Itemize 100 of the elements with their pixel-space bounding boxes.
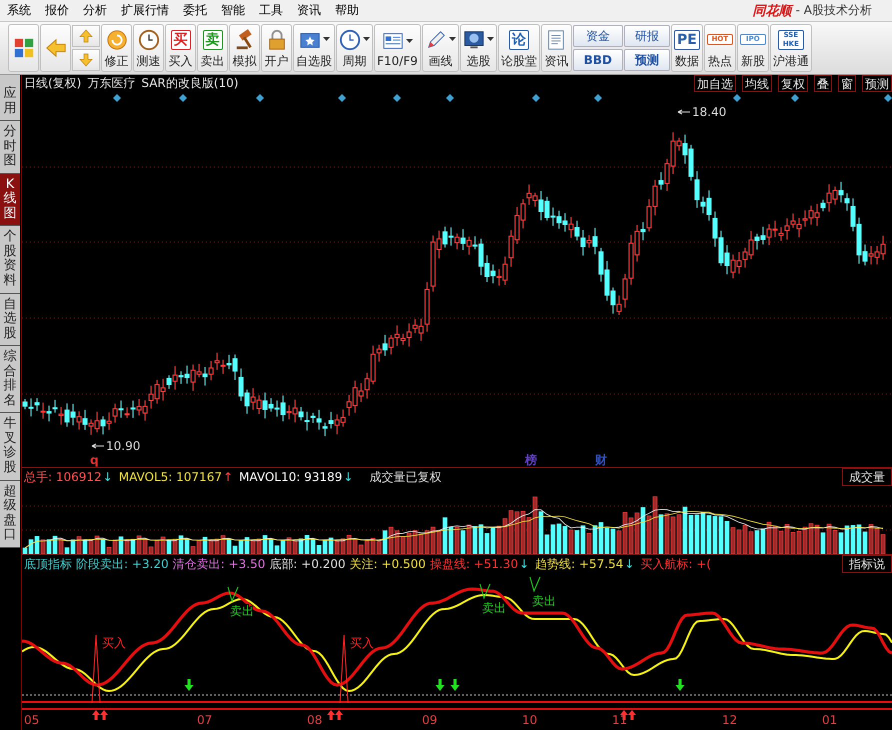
- sell-signal-label: 卖出: [532, 594, 556, 608]
- diamond-marker: [446, 94, 454, 102]
- chart-period: 日线(复权): [24, 75, 82, 92]
- refresh-icon: [106, 28, 128, 50]
- side-tab[interactable]: 个股资料: [0, 226, 20, 294]
- indicator-value: MAVOL10: 93189: [239, 470, 342, 484]
- axis-label: 12: [722, 713, 738, 728]
- down-arrow-icon: [436, 679, 444, 692]
- volume-button[interactable]: 成交量: [842, 468, 892, 486]
- side-tab[interactable]: 牛叉诊股: [0, 413, 20, 481]
- indicator-value: 操盘线: +51.30: [430, 556, 518, 573]
- side-tab[interactable]: 分时图: [0, 121, 20, 174]
- diamond-marker: [884, 94, 892, 102]
- glyph-icon: 论: [508, 30, 529, 50]
- volume-note: 成交量已复权: [369, 468, 442, 486]
- toolbar-button[interactable]: 研报: [624, 25, 670, 47]
- toolbar-icon-button[interactable]: [8, 24, 39, 72]
- side-tab[interactable]: 应用: [0, 75, 20, 122]
- scroll-up-button[interactable]: [72, 25, 100, 47]
- toolbar-icon-button[interactable]: [40, 24, 71, 72]
- menu-item[interactable]: 智能: [214, 2, 252, 19]
- chart-header-button[interactable]: 叠: [814, 75, 832, 92]
- glyph-icon: 卖: [202, 30, 222, 50]
- low-price-label: 10.90: [92, 439, 140, 453]
- menu-item[interactable]: 委托: [176, 2, 214, 19]
- scroll-down-button[interactable]: [72, 49, 100, 71]
- indicator-value: 关注: +0.500: [350, 556, 426, 573]
- back-arrow-icon: [44, 37, 66, 59]
- event-marker: 财: [595, 453, 607, 467]
- toolbar-button[interactable]: 自选股: [293, 24, 335, 72]
- sell-signal-line: [228, 586, 238, 603]
- indicator-value: 买入航标: +(: [640, 556, 712, 573]
- trend-arrow: ↓: [343, 470, 354, 484]
- menu-item[interactable]: 分析: [76, 2, 114, 19]
- chart-header-button[interactable]: 均线: [742, 75, 772, 92]
- event-marker: q: [90, 453, 99, 467]
- indicator-value: 底部: +0.200: [269, 556, 346, 573]
- buy-signal-label: 买入: [102, 636, 126, 650]
- indicator-value: 清仓卖出: +3.50: [172, 556, 266, 573]
- trend-arrow: ↓: [102, 470, 113, 484]
- indicator-help-button[interactable]: 指标说: [842, 555, 892, 574]
- indicator-value: 阶段卖出: +3.20: [76, 556, 169, 573]
- sell-signal-line: [480, 584, 490, 600]
- down-arrow-icon: [676, 679, 684, 692]
- down-arrow-icon: [184, 679, 194, 692]
- diamond-marker: [733, 94, 741, 102]
- clock-icon: [339, 28, 361, 50]
- toolbar-button[interactable]: 周期: [336, 24, 373, 72]
- windows-squares-icon: [12, 37, 34, 59]
- chart-header-button[interactable]: 预测: [862, 75, 892, 92]
- axis-label: 09: [422, 713, 438, 728]
- diamond-marker: [791, 94, 799, 102]
- menu-item[interactable]: 系统: [0, 2, 38, 19]
- side-tab[interactable]: 超级盘口: [0, 480, 20, 548]
- toolbar-button[interactable]: 修正: [101, 24, 132, 72]
- menu-item[interactable]: 工具: [252, 2, 290, 19]
- indicator-value: 趋势线: +57.54: [535, 556, 624, 573]
- trend-arrow: ↓: [624, 557, 634, 572]
- axis-label: 10: [522, 713, 538, 728]
- toolbar-button[interactable]: 测速: [133, 24, 164, 72]
- side-tab[interactable]: 自选股: [0, 294, 20, 346]
- glyph-icon: PE: [674, 30, 700, 50]
- toolbar-button[interactable]: F10/F9: [374, 24, 421, 72]
- menu-item[interactable]: 扩展行情: [114, 2, 176, 19]
- sell-signal-label: 卖出: [230, 604, 254, 618]
- diamond-marker: [179, 94, 187, 102]
- sell-signal-label: 卖出: [482, 601, 506, 616]
- toolbar-button[interactable]: 模拟: [229, 24, 260, 72]
- toolbar-button[interactable]: 预测: [624, 49, 670, 71]
- diamond-marker: [256, 94, 264, 102]
- trend-arrow: ↑: [222, 470, 234, 484]
- down-arrow-icon: [450, 679, 460, 692]
- double-up-arrow-icon: [327, 710, 343, 720]
- menu-item[interactable]: 帮助: [328, 2, 366, 19]
- toolbar-button[interactable]: 资讯: [540, 24, 572, 72]
- arrow-down-icon: [78, 52, 94, 68]
- toolbar-button[interactable]: 选股: [460, 24, 497, 72]
- buy-signal-label: 买入: [350, 636, 374, 650]
- chart-header-button[interactable]: 复权: [778, 75, 808, 92]
- toolbar-button[interactable]: 画线: [422, 24, 459, 72]
- event-marker: 榜: [525, 453, 537, 467]
- document-icon: [382, 30, 404, 52]
- diamond-marker: [113, 94, 121, 102]
- toolbar-button[interactable]: PE 数据: [671, 24, 703, 72]
- toolbar-button[interactable]: 开户: [261, 24, 292, 72]
- toolbar-button[interactable]: 买 买入: [165, 24, 196, 72]
- side-tab[interactable]: K线图: [0, 174, 20, 226]
- toolbar-button[interactable]: 卖 卖出: [197, 24, 228, 72]
- axis-label: 05: [24, 713, 40, 728]
- toolbar-button[interactable]: 资金: [572, 25, 624, 47]
- indicator-title: 底顶指标: [24, 556, 72, 573]
- toolbar-button[interactable]: 论 论股堂: [498, 24, 540, 72]
- chart-header-button[interactable]: 加自选: [694, 75, 736, 92]
- menu-item[interactable]: 资讯: [290, 2, 328, 19]
- side-tab[interactable]: 综合排名: [0, 346, 20, 414]
- sell-signal-line: [530, 576, 540, 593]
- toolbar-button[interactable]: BBD: [572, 49, 624, 71]
- caret-icon: [448, 37, 456, 42]
- menu-item[interactable]: 报价: [38, 2, 76, 19]
- chart-header-button[interactable]: 窗: [838, 75, 856, 92]
